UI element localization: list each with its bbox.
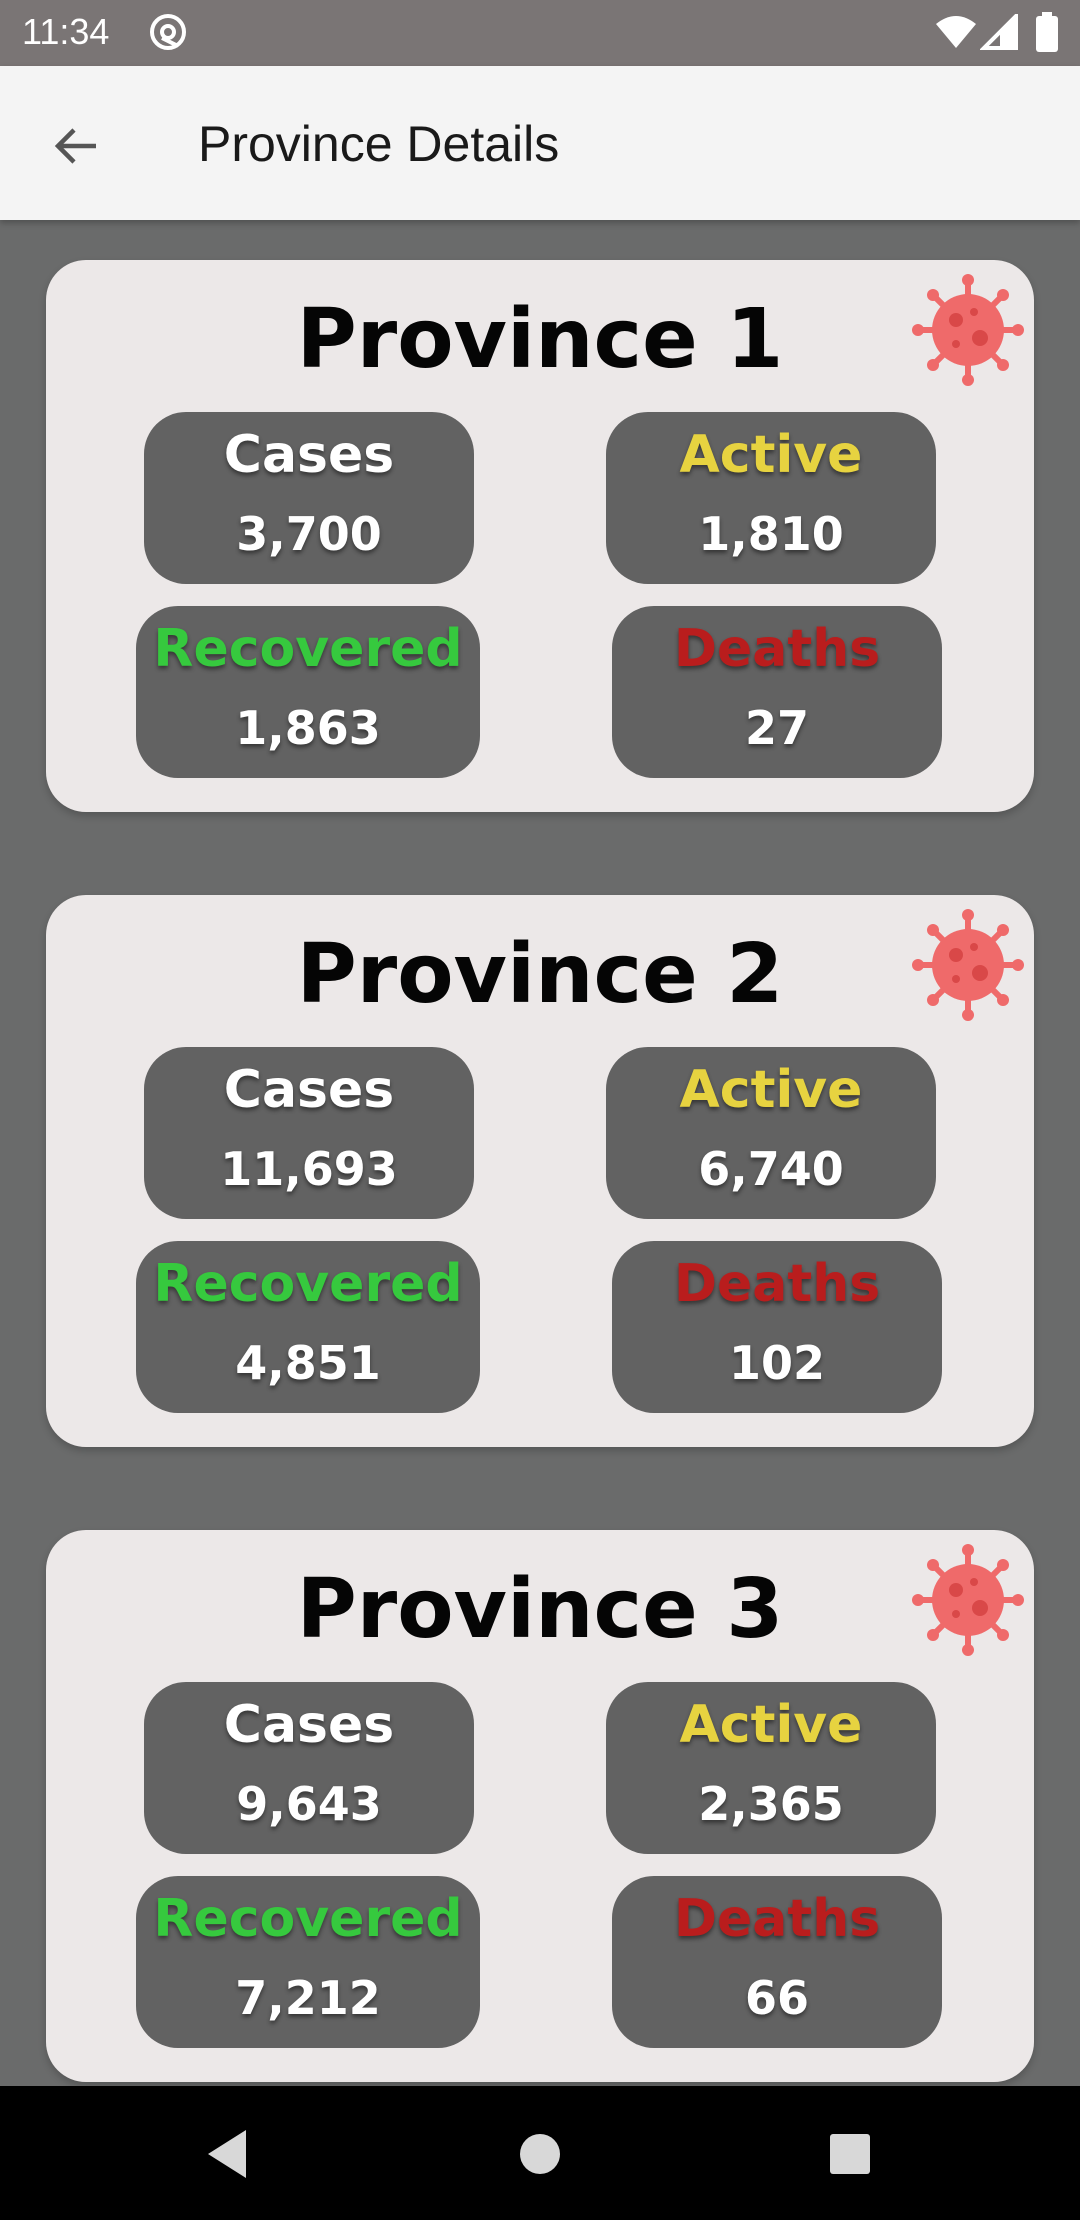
deaths-label: Deaths xyxy=(673,619,881,679)
province-card[interactable]: Province 3 Cases 9,643 Active 2,365 Reco… xyxy=(46,1530,1034,2082)
wifi-icon xyxy=(934,14,978,54)
virus-icon xyxy=(912,1544,1024,1656)
cases-label: Cases xyxy=(223,425,395,485)
cases-stat: Cases 3,700 xyxy=(144,412,474,584)
recents-square-icon xyxy=(830,2134,870,2174)
cases-label: Cases xyxy=(223,1060,395,1120)
arrow-left-icon xyxy=(54,128,96,164)
signal-icon xyxy=(979,11,1018,54)
deaths-value: 102 xyxy=(728,1336,826,1390)
province-card[interactable]: Province 1 Cases 3,700 Active 1,810 Reco… xyxy=(46,260,1034,812)
status-bar: 11:34 xyxy=(0,0,1080,66)
province-name: Province 2 xyxy=(296,927,784,1022)
recovered-label: Recovered xyxy=(153,619,463,679)
recovered-label: Recovered xyxy=(153,1889,463,1949)
virus-icon xyxy=(912,909,1024,1021)
app-bar: Province Details xyxy=(0,66,1080,220)
battery-icon xyxy=(1036,12,1058,56)
cases-value: 11,693 xyxy=(220,1142,398,1196)
back-button[interactable] xyxy=(40,110,112,182)
deaths-stat: Deaths 66 xyxy=(612,1876,942,2048)
cases-value: 3,700 xyxy=(236,507,382,561)
system-nav-bar xyxy=(0,2086,1080,2220)
active-stat: Active 1,810 xyxy=(606,412,936,584)
active-label: Active xyxy=(679,1060,863,1120)
active-value: 6,740 xyxy=(698,1142,844,1196)
cases-stat: Cases 11,693 xyxy=(144,1047,474,1219)
recovered-stat: Recovered 4,851 xyxy=(136,1241,480,1413)
recovered-value: 1,863 xyxy=(235,701,381,755)
active-label: Active xyxy=(679,1695,863,1755)
active-value: 2,365 xyxy=(698,1777,844,1831)
cases-value: 9,643 xyxy=(236,1777,382,1831)
deaths-label: Deaths xyxy=(673,1889,881,1949)
nav-home-button[interactable] xyxy=(504,2118,576,2190)
recovered-label: Recovered xyxy=(153,1254,463,1314)
page-title: Province Details xyxy=(198,116,560,172)
home-circle-icon xyxy=(520,2134,560,2174)
recovered-value: 7,212 xyxy=(235,1971,381,2025)
cases-stat: Cases 9,643 xyxy=(144,1682,474,1854)
province-card[interactable]: Province 2 Cases 11,693 Active 6,740 Rec… xyxy=(46,895,1034,1447)
province-name: Province 3 xyxy=(296,1562,784,1657)
recovered-stat: Recovered 7,212 xyxy=(136,1876,480,2048)
at-sign-icon xyxy=(148,12,188,56)
status-time: 11:34 xyxy=(22,11,110,52)
deaths-value: 27 xyxy=(744,701,809,755)
active-stat: Active 6,740 xyxy=(606,1047,936,1219)
active-label: Active xyxy=(679,425,863,485)
deaths-value: 66 xyxy=(744,1971,809,2025)
deaths-stat: Deaths 102 xyxy=(612,1241,942,1413)
nav-back-button[interactable] xyxy=(192,2118,264,2190)
active-value: 1,810 xyxy=(698,507,844,561)
back-triangle-icon xyxy=(208,2130,246,2178)
province-name: Province 1 xyxy=(296,292,784,387)
nav-recents-button[interactable] xyxy=(814,2118,886,2190)
virus-icon xyxy=(912,274,1024,386)
recovered-stat: Recovered 1,863 xyxy=(136,606,480,778)
deaths-stat: Deaths 27 xyxy=(612,606,942,778)
deaths-label: Deaths xyxy=(673,1254,881,1314)
cases-label: Cases xyxy=(223,1695,395,1755)
province-list[interactable]: Province 1 Cases 3,700 Active 1,810 Reco… xyxy=(0,220,1080,2086)
active-stat: Active 2,365 xyxy=(606,1682,936,1854)
recovered-value: 4,851 xyxy=(235,1336,381,1390)
